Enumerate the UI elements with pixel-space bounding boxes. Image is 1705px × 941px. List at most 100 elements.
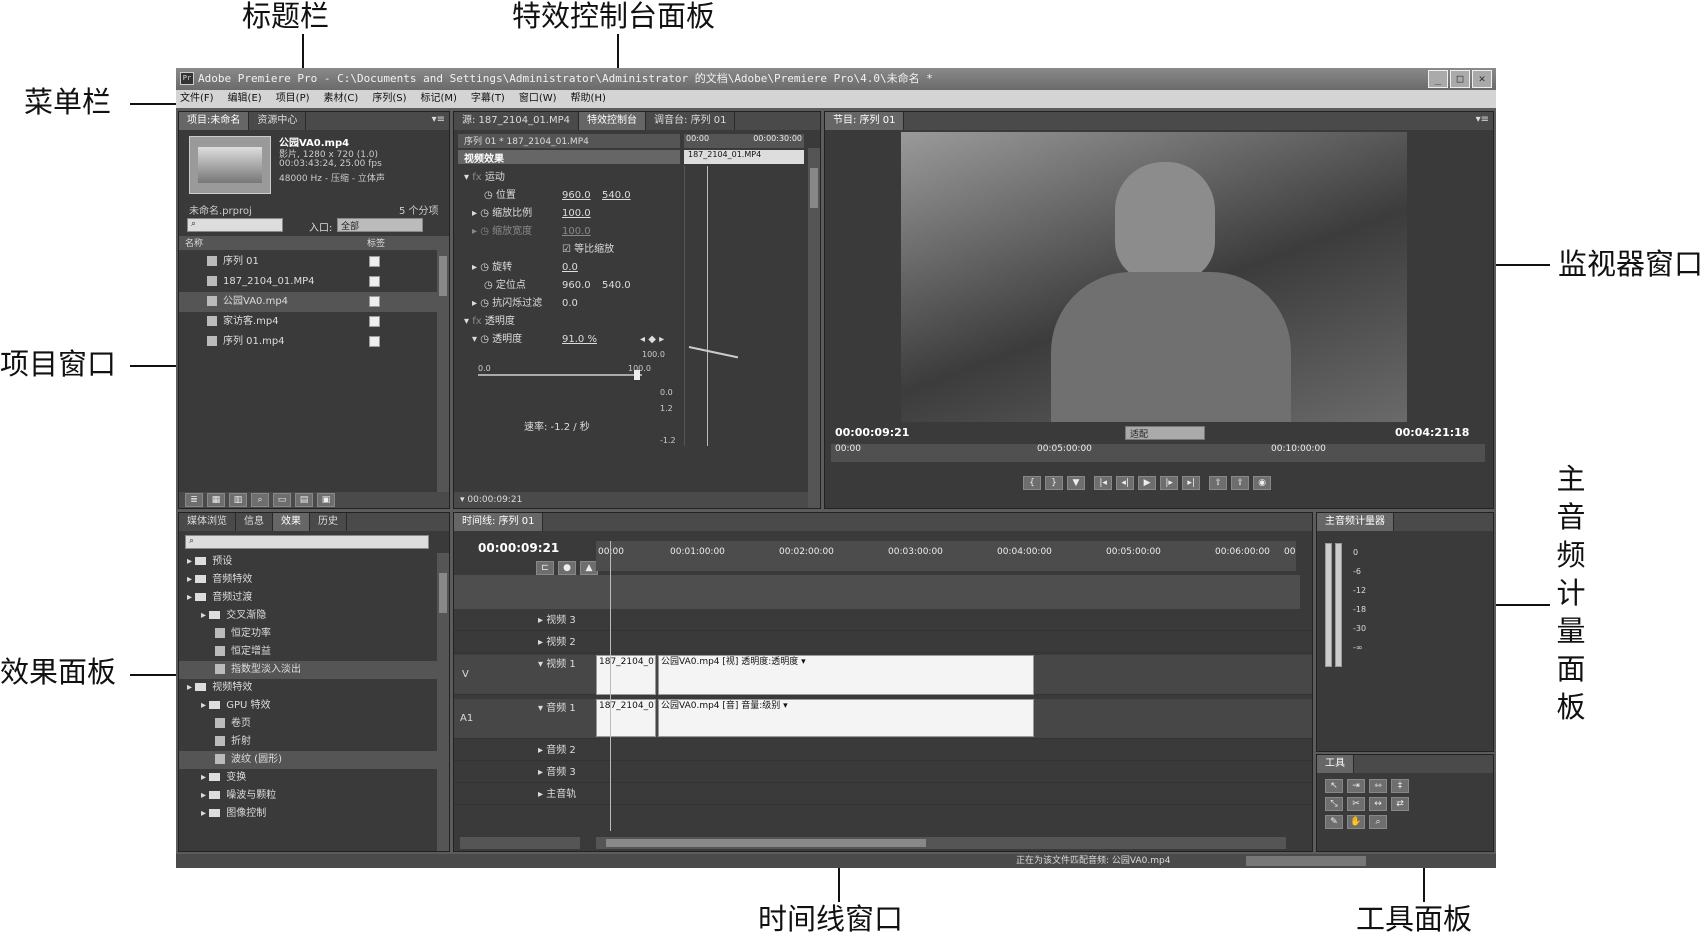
fit-select[interactable]: 适配 xyxy=(1125,426,1205,440)
track-audio-2[interactable]: ▸ 音频 2 xyxy=(454,741,1312,761)
pen-icon[interactable]: ✎ xyxy=(1325,815,1343,829)
mark-out-icon[interactable]: } xyxy=(1045,476,1063,490)
ripple-edit-icon[interactable]: ⇿ xyxy=(1369,779,1387,793)
timeline-h-scrollbar[interactable] xyxy=(596,837,1286,849)
effect-folder[interactable]: ▸ 交叉渐隐 xyxy=(179,607,449,625)
tab-effect-controls[interactable]: 特效控制台 xyxy=(579,112,647,130)
project-search-input[interactable]: ⌕ xyxy=(187,218,283,232)
keyframe-nav[interactable]: ◂ ◆ ▸ xyxy=(640,330,664,350)
track-audio-3[interactable]: ▸ 音频 3 xyxy=(454,763,1312,783)
video-clip-1[interactable]: 187_2104_01 xyxy=(596,655,656,695)
ec-mini-ruler[interactable]: 00:00 00:00:30:00 xyxy=(684,134,804,148)
ec-timecode[interactable]: 00:00:09:21 xyxy=(467,495,522,505)
go-to-in-icon[interactable]: |◂ xyxy=(1094,476,1113,490)
slip-icon[interactable]: ↔ xyxy=(1369,797,1387,811)
effect-folder[interactable]: ▸ 预设 xyxy=(179,553,449,571)
timeline-timecode[interactable]: 00:00:09:21 xyxy=(478,541,559,555)
tab-history[interactable]: 历史 xyxy=(310,513,347,531)
program-video-frame[interactable] xyxy=(901,132,1407,422)
effect-folder[interactable]: ▸ GPU 特效 xyxy=(179,697,449,715)
tab-resource-center[interactable]: 资源中心 xyxy=(249,112,307,130)
go-to-out-icon[interactable]: ▸| xyxy=(1182,476,1201,490)
set-marker-icon[interactable]: ▼ xyxy=(1067,476,1085,490)
rolling-edit-icon[interactable]: ‡ xyxy=(1391,779,1409,793)
ec-scrollbar[interactable] xyxy=(808,148,820,508)
effects-search-input[interactable]: ⌕ xyxy=(185,535,429,549)
monitor-current-timecode[interactable]: 00:00:09:21 xyxy=(835,426,909,439)
lift-icon[interactable]: ⇧ xyxy=(1209,476,1228,490)
effect-folder[interactable]: ▸ 音频过渡 xyxy=(179,589,449,607)
opacity-slider[interactable] xyxy=(478,374,642,376)
tab-tools[interactable]: 工具 xyxy=(1317,755,1354,773)
tab-effects[interactable]: 效果 xyxy=(273,513,310,531)
project-scrollbar[interactable] xyxy=(437,236,449,508)
tab-info[interactable]: 信息 xyxy=(236,513,273,531)
expand-arrow-icon[interactable]: ▸ xyxy=(201,790,209,801)
set-marker-icon[interactable]: ● xyxy=(558,561,576,575)
tab-source[interactable]: 源: 187_2104_01.MP4 xyxy=(454,112,580,130)
project-item[interactable]: 序列 01.mp4 xyxy=(179,332,449,352)
expand-arrow-icon[interactable]: ▸ xyxy=(201,610,209,621)
effect-folder[interactable]: ▸ 视频特效 xyxy=(179,679,449,697)
menu-clip[interactable]: 素材(C) xyxy=(324,90,359,108)
track-master[interactable]: ▸ 主音轨 xyxy=(454,785,1312,805)
mark-in-icon[interactable]: { xyxy=(1023,476,1041,490)
zoom-slider[interactable] xyxy=(460,837,580,849)
menu-marker[interactable]: 标记(M) xyxy=(420,90,456,108)
keyframe-graph[interactable] xyxy=(684,166,804,494)
menu-help[interactable]: 帮助(H) xyxy=(571,90,606,108)
expand-arrow-icon[interactable]: ▸ xyxy=(201,772,209,783)
monitor-panel-menu-icon[interactable]: ▾≡ xyxy=(1476,114,1489,125)
audio-clip-2[interactable]: 公园VA0.mp4 [音] 音量:级别 ▾ xyxy=(658,699,1034,737)
export-frame-icon[interactable]: ◉ xyxy=(1253,476,1272,490)
effect-item[interactable]: 波纹 (圆形) xyxy=(179,751,449,769)
new-item-icon[interactable]: ▤ xyxy=(295,493,313,507)
track-video-3[interactable]: ▸ 视频 3 xyxy=(454,611,1312,631)
expand-arrow-icon[interactable]: ▸ xyxy=(201,808,209,819)
track-video-2[interactable]: ▸ 视频 2 xyxy=(454,633,1312,653)
automate-icon[interactable]: ▥ xyxy=(229,493,247,507)
video-clip-2[interactable]: 公园VA0.mp4 [视] 透明度:透明度 ▾ xyxy=(658,655,1034,695)
tab-project[interactable]: 项目:未命名 xyxy=(179,112,250,130)
menu-project[interactable]: 项目(P) xyxy=(276,90,310,108)
audio-clip-1[interactable]: 187_2104_01 xyxy=(596,699,656,737)
timeline-playhead[interactable] xyxy=(610,541,611,831)
stopwatch-icon[interactable]: ◷ xyxy=(484,190,493,201)
project-item[interactable]: 家访客.mp4 xyxy=(179,312,449,332)
play-icon[interactable]: ▶ xyxy=(1138,476,1157,490)
razor-icon[interactable]: ✂ xyxy=(1347,797,1365,811)
effect-item[interactable]: 卷页 xyxy=(179,715,449,733)
menu-file[interactable]: 文件(F) xyxy=(180,90,214,108)
timeline-ruler[interactable]: 00:00 00:01:00:00 00:02:00:00 00:03:00:0… xyxy=(596,541,1296,571)
effect-folder[interactable]: ▸ 变换 xyxy=(179,769,449,787)
hand-icon[interactable]: ✋ xyxy=(1347,815,1365,829)
col-label[interactable]: 标签 xyxy=(367,236,385,249)
menu-window[interactable]: 窗口(W) xyxy=(519,90,557,108)
step-back-icon[interactable]: ◂| xyxy=(1116,476,1135,490)
menu-title[interactable]: 字幕(T) xyxy=(471,90,505,108)
effects-scrollbar[interactable] xyxy=(437,553,449,851)
opacity-slider-handle[interactable] xyxy=(634,370,640,380)
tab-audio-mixer[interactable]: 调音台: 序列 01 xyxy=(646,112,736,130)
slide-icon[interactable]: ⇄ xyxy=(1391,797,1409,811)
project-item[interactable]: 序列 01 xyxy=(179,252,449,272)
step-forward-icon[interactable]: |▸ xyxy=(1160,476,1179,490)
menu-edit[interactable]: 编辑(E) xyxy=(228,90,262,108)
tab-master-meter[interactable]: 主音频计量器 xyxy=(1317,513,1394,531)
col-name[interactable]: 名称 xyxy=(185,236,203,249)
project-item[interactable]: 公园VA0.mp4 xyxy=(179,292,449,312)
selection-tool-icon[interactable]: ↖ xyxy=(1325,779,1343,793)
tab-timeline[interactable]: 时间线: 序列 01 xyxy=(454,513,544,531)
project-item[interactable]: 187_2104_01.MP4 xyxy=(179,272,449,292)
zoom-icon[interactable]: ⌕ xyxy=(1369,815,1387,829)
effect-item[interactable]: 恒定增益 xyxy=(179,643,449,661)
snap-icon[interactable]: ⊏ xyxy=(536,561,554,575)
delete-icon[interactable]: ▣ xyxy=(317,493,335,507)
monitor-ruler[interactable]: 00:00 00:05:00:00 00:10:00:00 xyxy=(831,444,1485,462)
close-button[interactable]: ✕ xyxy=(1472,70,1492,88)
effect-item[interactable]: 指数型淡入淡出 xyxy=(179,661,449,679)
extract-icon[interactable]: ⇪ xyxy=(1231,476,1250,490)
tab-program[interactable]: 节目: 序列 01 xyxy=(825,112,905,130)
panel-menu-icon[interactable]: ▾≡ xyxy=(432,114,445,125)
expand-arrow-icon[interactable]: ▸ xyxy=(201,700,209,711)
